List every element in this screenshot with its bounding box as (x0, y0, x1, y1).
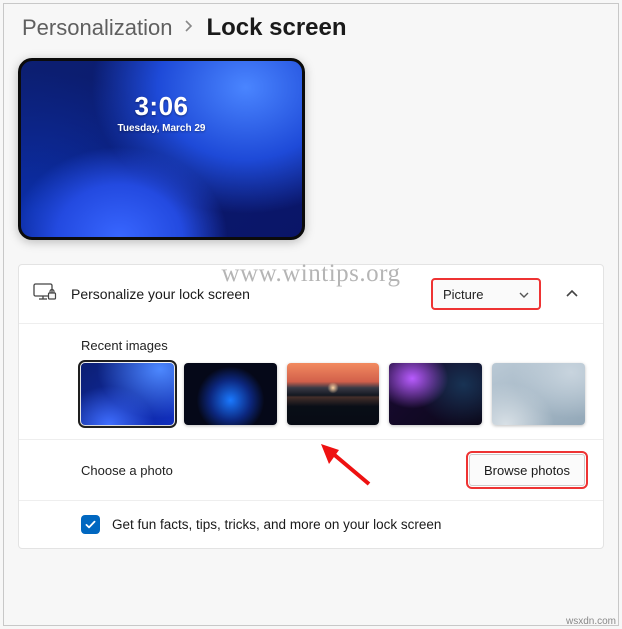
source-credit: wsxdn.com (566, 616, 616, 627)
breadcrumb-parent[interactable]: Personalization (22, 15, 172, 41)
card-header: Personalize your lock screen Picture (19, 265, 603, 324)
recent-images-section: Recent images (19, 324, 603, 440)
personalize-label: Personalize your lock screen (71, 286, 417, 302)
recent-images-label: Recent images (81, 338, 585, 353)
recent-image-thumb[interactable] (287, 363, 380, 425)
lock-screen-preview: 3:06 Tuesday, March 29 (18, 58, 305, 240)
recent-image-thumb[interactable] (389, 363, 482, 425)
monitor-lock-icon (33, 282, 57, 307)
personalize-card: Personalize your lock screen Picture Rec… (18, 264, 604, 549)
chevron-right-icon (184, 19, 194, 37)
select-value: Picture (443, 287, 483, 302)
recent-images-list (81, 363, 585, 425)
choose-photo-section: Choose a photo Browse photos (19, 440, 603, 501)
recent-image-thumb[interactable] (81, 363, 174, 425)
recent-image-thumb[interactable] (184, 363, 277, 425)
preview-time: 3:06 (21, 91, 302, 122)
chevron-up-icon (565, 289, 579, 299)
breadcrumb-current: Lock screen (206, 14, 346, 42)
checkmark-icon (84, 518, 97, 531)
lock-screen-type-select[interactable]: Picture (431, 278, 541, 310)
fun-facts-checkbox[interactable] (81, 515, 100, 534)
browse-photos-button[interactable]: Browse photos (469, 454, 585, 486)
chevron-down-icon (519, 287, 529, 302)
recent-image-thumb[interactable] (492, 363, 585, 425)
breadcrumb: Personalization Lock screen (18, 14, 604, 42)
choose-photo-label: Choose a photo (81, 463, 173, 478)
expand-collapse-button[interactable] (555, 277, 589, 311)
preview-date: Tuesday, March 29 (21, 123, 302, 134)
fun-facts-label: Get fun facts, tips, tricks, and more on… (112, 517, 441, 532)
fun-facts-row: Get fun facts, tips, tricks, and more on… (19, 501, 603, 548)
